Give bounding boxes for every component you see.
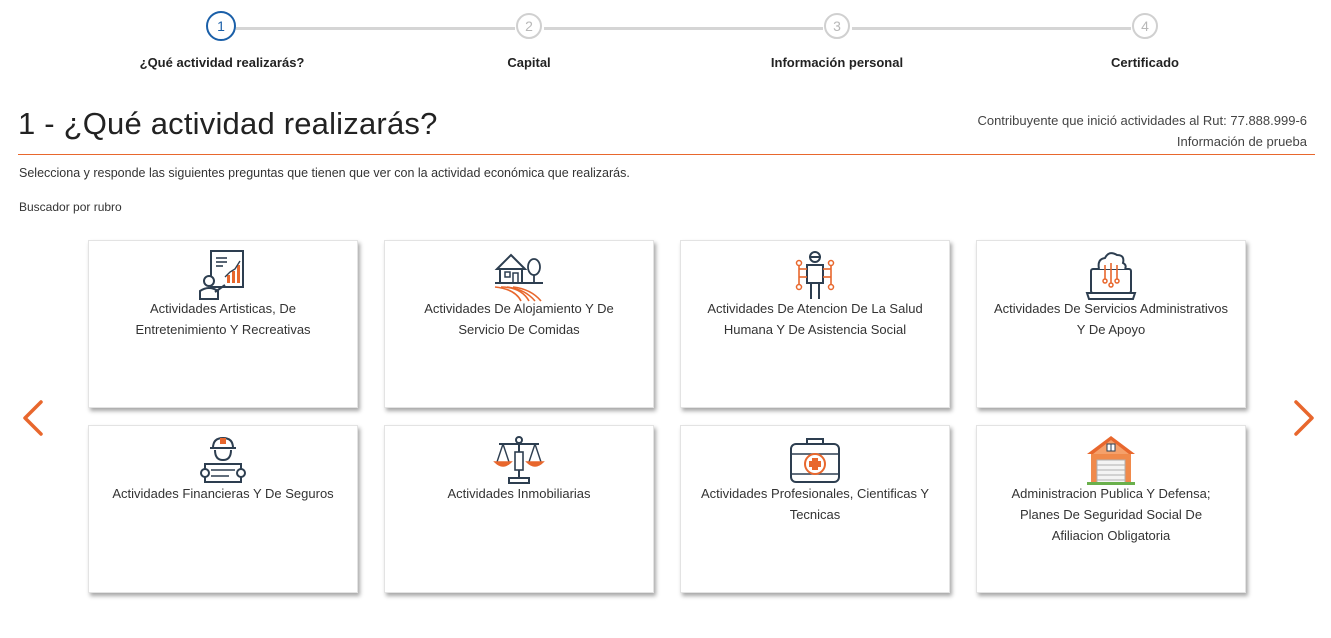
activity-card-artisticas[interactable]: Actividades Artisticas, De Entretenimien… bbox=[88, 240, 358, 408]
test-info-text: Información de prueba bbox=[1176, 134, 1307, 149]
step-connector bbox=[544, 27, 823, 30]
garage-house-icon bbox=[1087, 436, 1135, 485]
header-divider bbox=[18, 154, 1315, 155]
activity-card-label: Actividades Financieras Y De Seguros bbox=[112, 486, 334, 501]
activity-card-label: Actividades Profesionales, Cientificas Y… bbox=[700, 486, 930, 522]
activity-card-salud[interactable]: Actividades De Atencion De La Salud Huma… bbox=[680, 240, 950, 408]
presentation-chart-icon bbox=[199, 250, 244, 300]
step-3-label: Información personal bbox=[770, 55, 904, 70]
carousel-prev-button[interactable] bbox=[20, 398, 48, 438]
step-1-label: ¿Qué actividad realizarás? bbox=[139, 55, 305, 70]
page-description: Selecciona y responde las siguientes pre… bbox=[19, 166, 630, 180]
activity-card-label: Actividades De Servicios Administrativos… bbox=[993, 301, 1229, 337]
activity-card-label: Actividades De Alojamiento Y De Servicio… bbox=[424, 301, 614, 337]
search-by-category-label: Buscador por rubro bbox=[19, 200, 122, 214]
scales-justice-icon bbox=[493, 436, 545, 484]
engineer-blueprint-icon bbox=[200, 436, 246, 483]
laptop-cloud-icon bbox=[1085, 252, 1137, 300]
progress-stepper: 1 2 3 4 ¿Qué actividad realizarás? Capit… bbox=[0, 0, 1331, 80]
step-4-circle[interactable]: 4 bbox=[1132, 13, 1158, 39]
chevron-left-icon bbox=[23, 400, 43, 436]
activity-card-label: Administracion Publica Y Defensa; Planes… bbox=[1011, 486, 1211, 543]
step-connector bbox=[852, 27, 1131, 30]
activity-card-servicios-administrativos[interactable]: Actividades De Servicios Administrativos… bbox=[976, 240, 1246, 408]
step-4-label: Certificado bbox=[1111, 55, 1179, 70]
worker-network-icon bbox=[795, 251, 835, 299]
step-2-circle[interactable]: 2 bbox=[516, 13, 542, 39]
rut-text: Contribuyente que inició actividades al … bbox=[977, 113, 1307, 128]
step-3-circle[interactable]: 3 bbox=[824, 13, 850, 39]
chevron-right-icon bbox=[1294, 400, 1314, 436]
medical-kit-icon bbox=[790, 438, 840, 483]
step-1-circle[interactable]: 1 bbox=[206, 11, 236, 41]
farm-house-icon bbox=[494, 253, 543, 302]
carousel-next-button[interactable] bbox=[1289, 398, 1317, 438]
activity-card-profesionales[interactable]: Actividades Profesionales, Cientificas Y… bbox=[680, 425, 950, 593]
step-connector bbox=[236, 27, 515, 30]
activity-card-label: Actividades De Atencion De La Salud Huma… bbox=[707, 301, 923, 337]
activity-card-label: Actividades Artisticas, De Entretenimien… bbox=[135, 301, 311, 337]
page-title: 1 - ¿Qué actividad realizarás? bbox=[18, 106, 438, 141]
activity-card-alojamiento[interactable]: Actividades De Alojamiento Y De Servicio… bbox=[384, 240, 654, 408]
step-2-label: Capital bbox=[507, 55, 551, 70]
taxpayer-info: Contribuyente que inició actividades al … bbox=[977, 110, 1307, 152]
activity-card-financieras[interactable]: Actividades Financieras Y De Seguros bbox=[88, 425, 358, 593]
activity-card-label: Actividades Inmobiliarias bbox=[447, 486, 591, 501]
activity-card-inmobiliarias[interactable]: Actividades Inmobiliarias bbox=[384, 425, 654, 593]
activity-card-administracion-publica[interactable]: Administracion Publica Y Defensa; Planes… bbox=[976, 425, 1246, 593]
